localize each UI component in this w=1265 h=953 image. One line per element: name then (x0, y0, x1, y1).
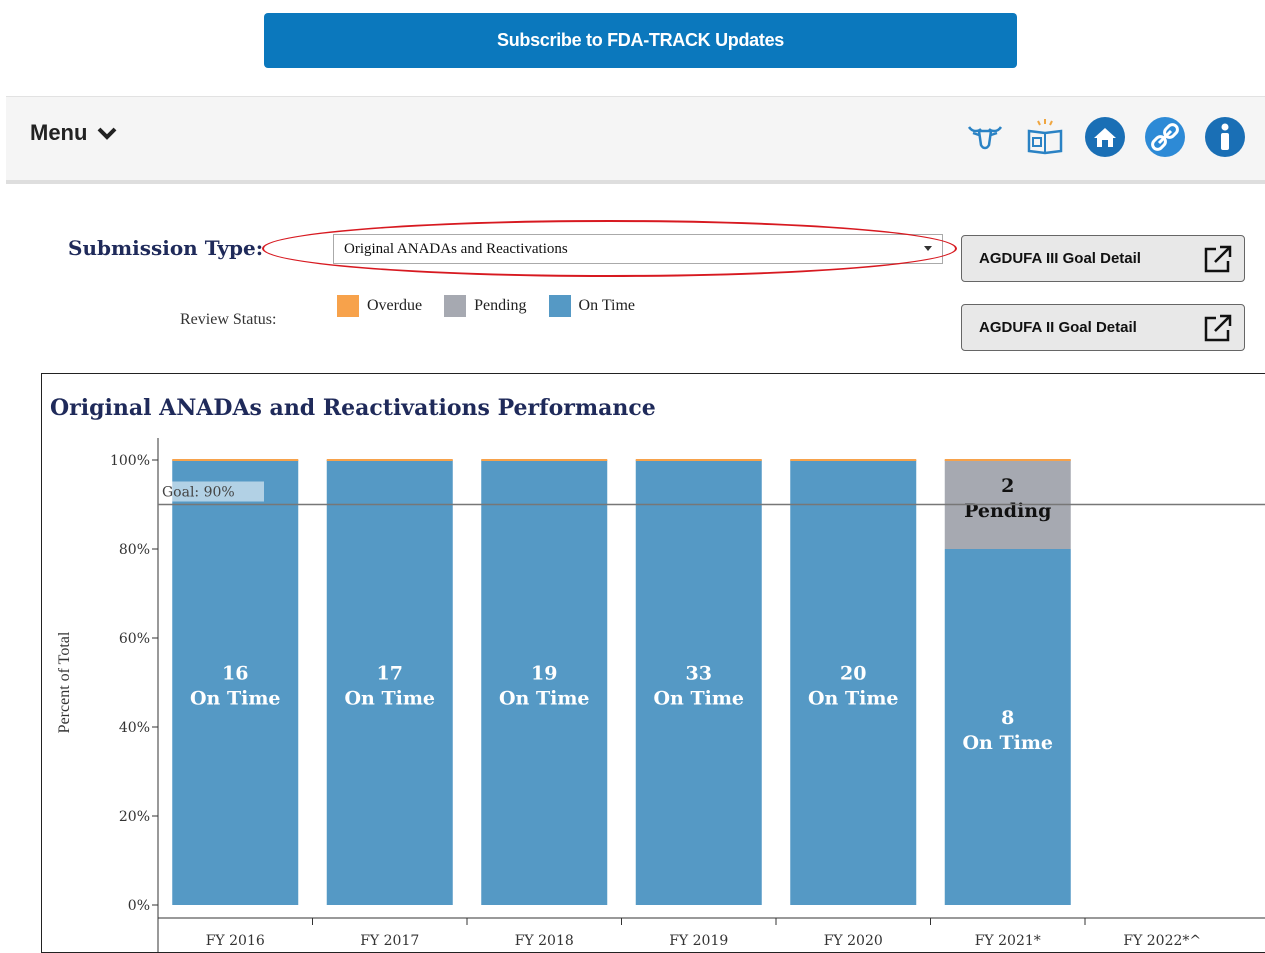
dropdown-arrow-icon (924, 246, 932, 251)
bar-overdue-cap (790, 459, 917, 461)
y-tick-label: 40% (119, 720, 150, 736)
bar-on-time-label: On Time (344, 688, 435, 710)
on-time-swatch (548, 295, 571, 317)
menu-button[interactable]: Menu (30, 120, 117, 146)
performance-chart: Original ANADAs and Reactivations Perfor… (50, 395, 1265, 952)
agdufa-iii-label: AGDUFA III Goal Detail (979, 250, 1141, 267)
agdufa-iii-goal-detail-button[interactable]: AGDUFA III Goal Detail (961, 235, 1245, 282)
y-tick-label: 80% (119, 542, 150, 558)
bar-on-time-count: 16 (222, 663, 248, 685)
legend-overdue[interactable]: Overdue (337, 295, 422, 317)
bar-overdue-cap (172, 459, 299, 461)
overdue-swatch (337, 295, 359, 317)
y-axis-label: Percent of Total (56, 631, 73, 733)
subscribe-button[interactable]: Subscribe to FDA-TRACK Updates (264, 13, 1017, 68)
x-tick-label: FY 2019 (669, 933, 728, 949)
x-tick-label: FY 2018 (515, 933, 574, 949)
info-icon[interactable] (1203, 115, 1247, 159)
review-status-label: Review Status: (180, 311, 277, 328)
bar-on-time-count: 33 (686, 663, 712, 685)
submission-type-label: Submission Type: (68, 236, 264, 260)
cow-icon[interactable] (963, 115, 1007, 159)
x-tick-label: FY 2021* (975, 933, 1041, 949)
bar-on-time-count: 17 (377, 663, 403, 685)
bar-overdue-cap (944, 459, 1071, 461)
goal-label: Goal: 90% (162, 485, 235, 501)
bar-pending-count: 2 (1001, 475, 1014, 497)
y-tick-label: 100% (110, 453, 150, 469)
status-legend: Overdue Pending On Time (337, 295, 635, 317)
menu-bar: Menu (6, 96, 1265, 184)
bar-on-time-label: On Time (962, 732, 1053, 754)
bar-on-time-count: 8 (1001, 707, 1014, 729)
x-tick-label: FY 2016 (206, 933, 265, 949)
chevron-down-icon (97, 120, 117, 146)
menu-label: Menu (30, 120, 88, 145)
bar-overdue-cap (481, 459, 608, 461)
y-tick-label: 0% (128, 898, 150, 914)
bar-on-time-count: 20 (840, 663, 866, 685)
performance-chart-panel: Original ANADAs and Reactivations Perfor… (41, 373, 1265, 953)
bar-pending-label: Pending (964, 500, 1051, 522)
bar-on-time-label: On Time (653, 688, 744, 710)
legend-on-time[interactable]: On Time (548, 295, 636, 317)
bar-on-time-label: On Time (190, 688, 281, 710)
link-icon[interactable] (1143, 115, 1187, 159)
legend-pending-label: Pending (474, 297, 527, 314)
bar-on-time-label: On Time (808, 688, 899, 710)
agdufa-ii-label: AGDUFA II Goal Detail (979, 319, 1137, 336)
legend-overdue-label: Overdue (367, 297, 423, 314)
y-tick-label: 60% (119, 631, 150, 647)
book-icon[interactable] (1023, 115, 1067, 159)
x-tick-label: FY 2020 (824, 933, 883, 949)
submission-type-value: Original ANADAs and Reactivations (344, 240, 568, 257)
chart-title: Original ANADAs and Reactivations Perfor… (50, 395, 656, 421)
bar-on-time-label: On Time (499, 688, 590, 710)
submission-type-select[interactable]: Original ANADAs and Reactivations (333, 234, 943, 264)
x-tick-label: FY 2017 (360, 933, 419, 949)
external-link-icon (1204, 245, 1232, 273)
y-tick-label: 20% (119, 809, 150, 825)
pending-swatch (444, 295, 467, 317)
x-tick-label: FY 2022*^ (1123, 933, 1201, 949)
legend-on-time-label: On Time (578, 297, 636, 314)
agdufa-ii-goal-detail-button[interactable]: AGDUFA II Goal Detail (961, 304, 1245, 351)
bar-overdue-cap (635, 459, 762, 461)
bar-on-time-count: 19 (531, 663, 557, 685)
home-icon[interactable] (1083, 115, 1127, 159)
bar-overdue-cap (326, 459, 453, 461)
legend-pending[interactable]: Pending (444, 295, 527, 317)
external-link-icon (1204, 314, 1232, 342)
